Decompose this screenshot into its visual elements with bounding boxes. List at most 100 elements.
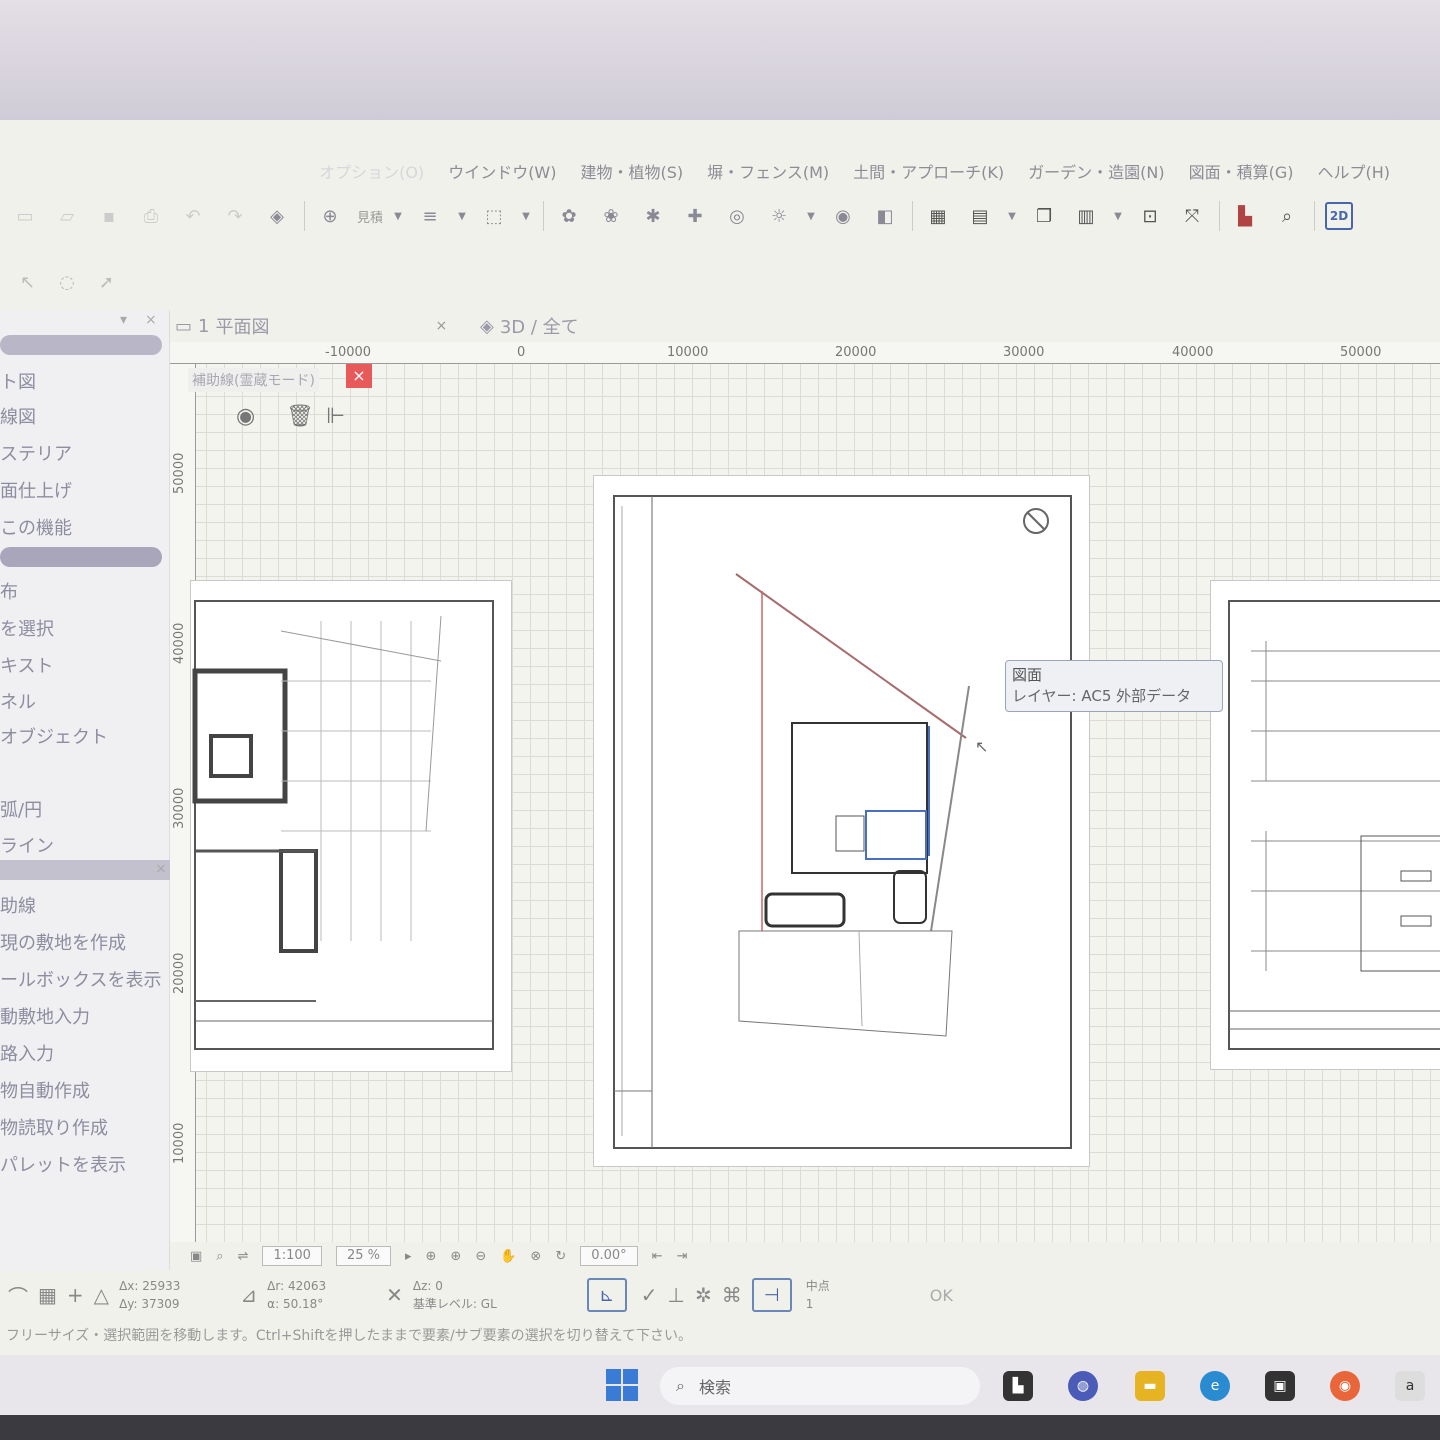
- polar-icon[interactable]: ⊿: [240, 1283, 257, 1307]
- file-explorer-icon[interactable]: ▬: [1135, 1371, 1165, 1401]
- layer-icon[interactable]: ◈: [262, 201, 292, 231]
- marquee-icon[interactable]: ◌: [59, 272, 75, 293]
- menu-fence[interactable]: 塀・フェンス(M): [707, 159, 829, 183]
- layout-switch-icon[interactable]: ⇌: [238, 1249, 249, 1264]
- curve-icon[interactable]: ⌒: [8, 1281, 28, 1310]
- shrub-icon[interactable]: ❀: [596, 201, 626, 231]
- guide-add-icon[interactable]: ⊩: [326, 404, 345, 429]
- panel-close-icon[interactable]: ×: [145, 312, 157, 328]
- sheet-icon[interactable]: ▤: [965, 201, 995, 231]
- menu-help[interactable]: ヘルプ(H): [1317, 159, 1390, 183]
- search-view-icon[interactable]: ⌕: [1272, 201, 1302, 231]
- snap-guide-button[interactable]: ⊾: [586, 1278, 627, 1312]
- zoom-fit-icon[interactable]: ⊕: [426, 1249, 437, 1264]
- panel-item[interactable]: 動敷地入力: [0, 1003, 90, 1029]
- magnet-snap-icon[interactable]: ⌘: [722, 1283, 742, 1307]
- grid-icon[interactable]: ▦: [38, 1283, 57, 1307]
- copy-sheet-icon[interactable]: ❐: [1029, 201, 1059, 231]
- plan-view-icon[interactable]: ▦: [923, 201, 953, 231]
- dropdown-icon[interactable]: ▼: [1007, 201, 1017, 231]
- node-snap-icon[interactable]: ⊥: [668, 1283, 685, 1307]
- panel-item[interactable]: 助線: [0, 892, 36, 918]
- menu-approach[interactable]: 土間・アプローチ(K): [853, 159, 1004, 183]
- menu-drawing-estimate[interactable]: 図面・積算(G): [1189, 159, 1294, 183]
- redo-icon[interactable]: ↷: [220, 201, 250, 231]
- store-icon[interactable]: ▣: [1265, 1371, 1295, 1401]
- menu-option[interactable]: オプション(O): [319, 159, 424, 183]
- panel-item[interactable]: 面仕上げ: [0, 477, 72, 503]
- panel-item[interactable]: 布: [0, 578, 18, 604]
- save-icon[interactable]: ▪: [94, 201, 124, 231]
- chat-icon[interactable]: ◍: [1068, 1371, 1098, 1401]
- tab-3d[interactable]: ◈ 3D / 全て: [480, 312, 579, 340]
- menu-hidden-1[interactable]: [40, 162, 45, 181]
- arrow-icon[interactable]: ➚: [99, 272, 114, 293]
- zoom-field[interactable]: 25 %: [335, 1246, 391, 1266]
- zoom-arrow-icon[interactable]: ▸: [405, 1249, 412, 1264]
- panel-item[interactable]: 物自動作成: [0, 1077, 90, 1103]
- task-view-icon[interactable]: ▙: [1003, 1371, 1033, 1401]
- angle-field[interactable]: 0.00°: [580, 1246, 638, 1266]
- intersection-icon[interactable]: ✲: [695, 1283, 712, 1307]
- firefox-icon[interactable]: ◉: [1330, 1371, 1360, 1401]
- menu-building-plant[interactable]: 建物・植物(S): [581, 159, 684, 183]
- pan-icon[interactable]: ✋: [500, 1249, 516, 1264]
- fit-view-icon[interactable]: ⊡: [1135, 201, 1165, 231]
- panel-item[interactable]: パレットを表示: [0, 1151, 126, 1177]
- panel-item[interactable]: オブジェクト: [0, 723, 108, 749]
- trash-icon[interactable]: 🗑: [286, 404, 314, 429]
- taskbar-search[interactable]: ⌕ 検索: [660, 1367, 980, 1405]
- mode-2d-button[interactable]: 2D: [1325, 202, 1354, 230]
- panel-item[interactable]: を選択: [0, 615, 54, 641]
- panel-item[interactable]: ステリア: [0, 440, 72, 466]
- menu-window[interactable]: ウインドウ(W): [448, 159, 556, 183]
- panel-item[interactable]: この機能: [0, 514, 72, 540]
- check-snap-icon[interactable]: ✓: [641, 1283, 658, 1307]
- close-icon[interactable]: ×: [435, 318, 447, 334]
- open-file-icon[interactable]: ▱: [52, 201, 82, 231]
- pointer-icon[interactable]: ↖: [20, 272, 35, 293]
- panel-item[interactable]: 現の敷地を作成: [0, 929, 126, 955]
- crosshair-icon[interactable]: ✕: [386, 1283, 403, 1307]
- view-icon[interactable]: ▣: [190, 1249, 202, 1264]
- panel-item[interactable]: 物読取り作成: [0, 1114, 108, 1140]
- amazon-icon[interactable]: a: [1395, 1371, 1425, 1401]
- panel-item[interactable]: 線図: [0, 403, 36, 429]
- delta-icon[interactable]: △: [94, 1283, 109, 1307]
- panel-item[interactable]: ネル: [0, 688, 36, 714]
- zoom-search-icon[interactable]: ⌕: [216, 1249, 223, 1264]
- box-icon[interactable]: ◧: [870, 201, 900, 231]
- drawing-canvas[interactable]: -10000 0 10000 20000 30000 40000 50000 5…: [170, 342, 1440, 1242]
- print-icon[interactable]: ⎙: [136, 201, 166, 231]
- midpoint-snap-button[interactable]: ⊣: [751, 1278, 792, 1312]
- drawing-sheet-elevation[interactable]: [1210, 580, 1440, 1070]
- sun-icon[interactable]: ☼: [764, 201, 794, 231]
- zoom-prev-icon[interactable]: ⇤: [652, 1249, 663, 1264]
- panel-close-icon[interactable]: ×: [155, 861, 167, 877]
- panel-item[interactable]: キスト: [0, 652, 53, 678]
- dropdown-icon[interactable]: ▼: [457, 201, 467, 231]
- zoom-in-icon[interactable]: ⊕: [450, 1249, 461, 1264]
- panel-item[interactable]: ライン: [0, 832, 54, 858]
- dropdown-icon[interactable]: ▼: [806, 201, 816, 231]
- dropdown-icon[interactable]: ▼: [393, 201, 403, 231]
- dropdown-icon[interactable]: ▼: [1113, 201, 1123, 231]
- menu-garden[interactable]: ガーデン・造園(N): [1028, 159, 1164, 183]
- dropdown-icon[interactable]: ▼: [521, 201, 531, 231]
- stone-icon[interactable]: ◎: [722, 201, 752, 231]
- zoom-next-icon[interactable]: ⇥: [677, 1249, 688, 1264]
- panel-item[interactable]: 路入力: [0, 1040, 54, 1066]
- plus-icon[interactable]: +: [67, 1283, 84, 1307]
- drawing-sheet-siteplan[interactable]: [593, 475, 1090, 1167]
- measure-icon[interactable]: ⤧: [1177, 201, 1207, 231]
- flower-icon[interactable]: ✚: [680, 201, 710, 231]
- camera-icon[interactable]: ◉: [828, 201, 858, 231]
- zoom-window-icon[interactable]: ⊗: [530, 1249, 541, 1264]
- layout-icon[interactable]: ▥: [1071, 201, 1101, 231]
- render-icon[interactable]: ▙: [1230, 201, 1260, 231]
- drawing-sheet-floorplan[interactable]: [190, 580, 512, 1072]
- tab-plan[interactable]: ▭ 1 平面図 ×: [175, 312, 447, 340]
- zoom-out-icon[interactable]: ⊖: [475, 1249, 486, 1264]
- ok-button[interactable]: OK: [930, 1286, 953, 1305]
- panel-item[interactable]: ールボックスを表示: [0, 966, 161, 992]
